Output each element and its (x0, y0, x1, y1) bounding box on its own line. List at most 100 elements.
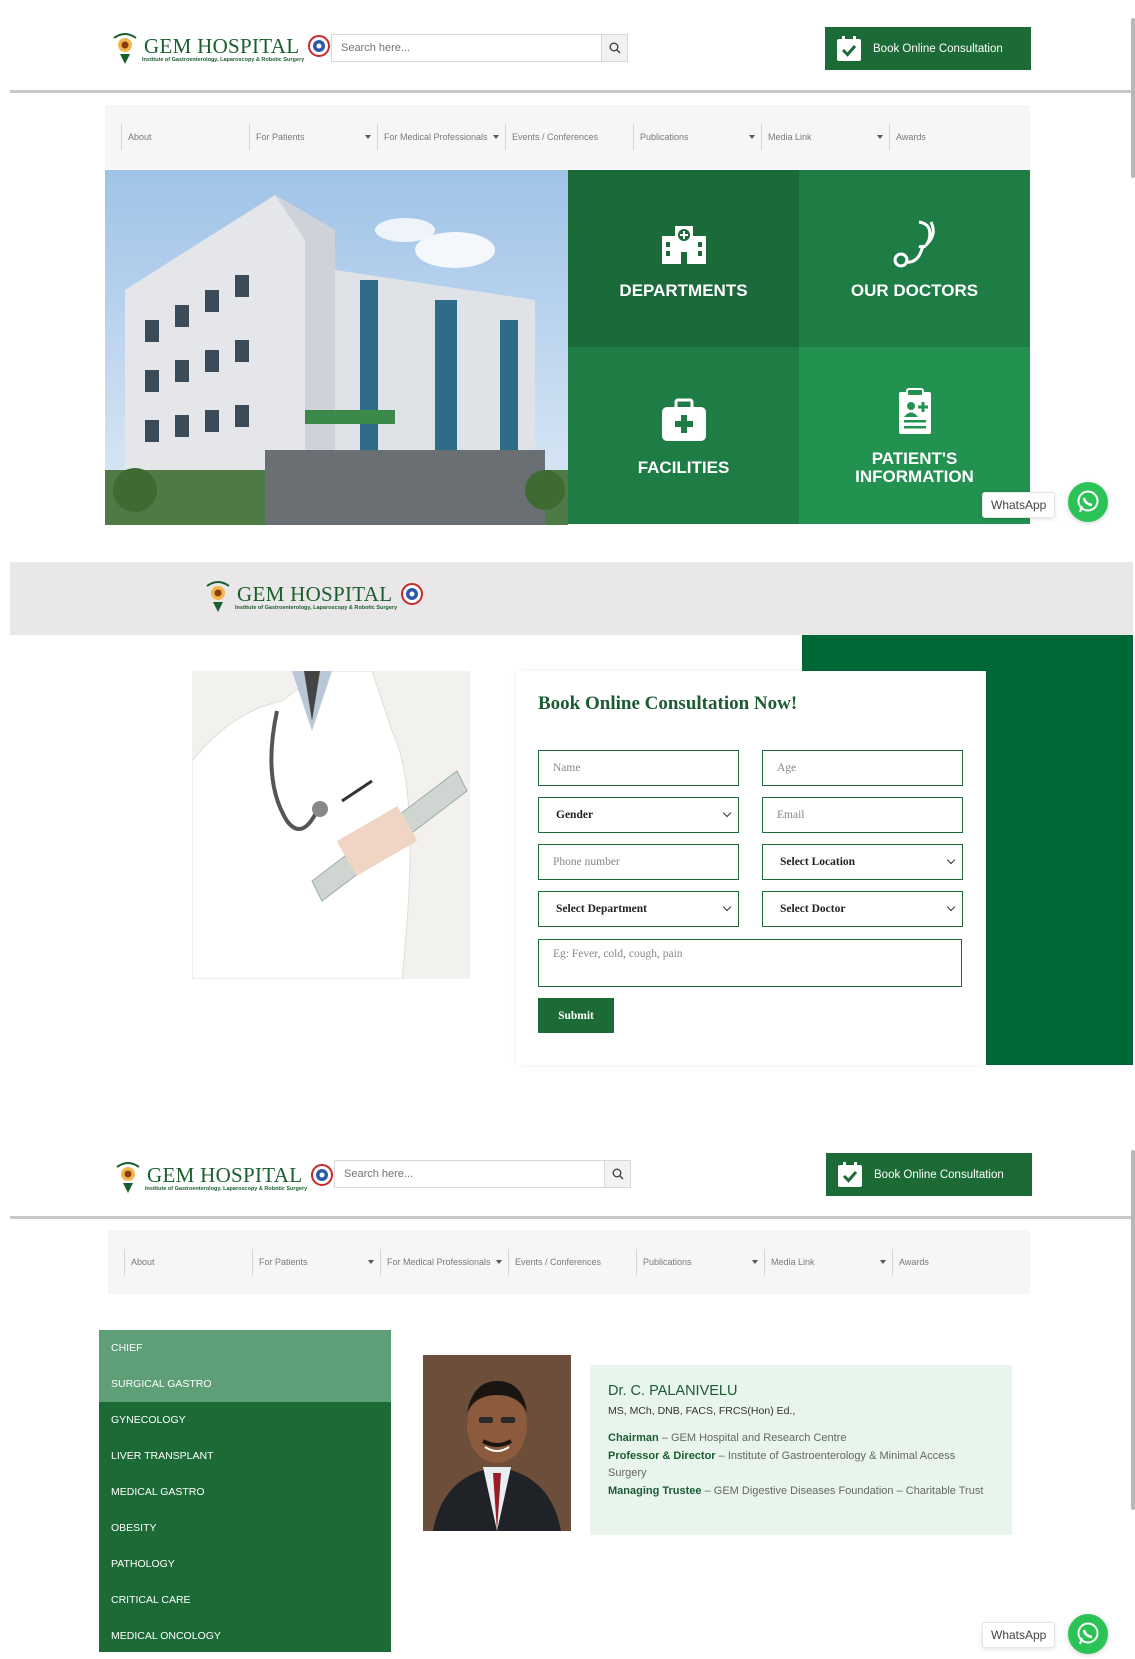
nav-publications[interactable]: Publications (636, 1249, 764, 1275)
nav-for-patients[interactable]: For Patients (249, 124, 377, 150)
location-select[interactable]: Select Location (762, 844, 963, 880)
doctor-profile-card: Dr. C. PALANIVELU MS, MCh, DNB, FACS, FR… (590, 1365, 1012, 1535)
name-placeholder: Name (553, 762, 581, 774)
logo-subtitle: Institute of Gastroenterology, Laparosco… (142, 56, 305, 63)
doctor-photo (423, 1355, 571, 1531)
search-button[interactable] (601, 35, 627, 61)
seal-icon (311, 1164, 334, 1186)
nav-for-patients-label: For Patients (259, 1257, 308, 1267)
header-divider (10, 90, 1133, 93)
nav-events[interactable]: Events / Conferences (508, 1249, 636, 1275)
caret-down-icon (877, 135, 883, 139)
gender-select-value: Gender (556, 809, 594, 821)
search-input[interactable] (332, 35, 601, 61)
symptoms-textarea[interactable]: Eg: Fever, cold, cough, pain (538, 939, 962, 987)
search-box[interactable] (334, 1160, 631, 1188)
nav-about-label: About (128, 132, 152, 142)
sidebar-item-chief[interactable]: CHIEF (99, 1330, 391, 1366)
nav-awards[interactable]: Awards (889, 124, 1007, 150)
location-select-value: Select Location (780, 856, 856, 868)
hospital-logo-band[interactable]: GEM HOSPITAL Institute of Gastroenterolo… (203, 580, 424, 614)
nav-awards[interactable]: Awards (892, 1249, 1007, 1275)
sidebar-item-gynecology[interactable]: GYNECOLOGY (99, 1402, 391, 1438)
search-button[interactable] (604, 1161, 630, 1187)
facilities-tile[interactable]: FACILITIES (568, 347, 799, 524)
facilities-label: FACILITIES (637, 457, 730, 477)
whatsapp-label[interactable]: WhatsApp (982, 1622, 1056, 1648)
nav-about-label: About (131, 1257, 155, 1267)
main-nav: About For Patients For Medical Professio… (105, 105, 1030, 169)
whatsapp-icon (1077, 490, 1099, 513)
departments-tile[interactable]: DEPARTMENTS (568, 170, 799, 347)
nav-events-label: Events / Conferences (515, 1257, 602, 1267)
book-consultation-button[interactable]: Book Online Consultation (825, 27, 1031, 70)
booking-form: Book Online Consultation Now! Name Age G… (516, 671, 986, 1065)
age-field[interactable]: Age (762, 750, 963, 786)
chevron-down-icon (722, 808, 732, 818)
stethoscope-icon (893, 220, 935, 267)
nav-media-link[interactable]: Media Link (764, 1249, 892, 1275)
sidebar-item-obesity[interactable]: OBESITY (99, 1510, 391, 1546)
our-doctors-tile[interactable]: OUR DOCTORS (799, 170, 1030, 347)
book-consultation-button[interactable]: Book Online Consultation (826, 1153, 1032, 1196)
role-title: Professor & Director (608, 1449, 716, 1462)
doctor-role: Chairman – GEM Hospital and Research Cen… (608, 1430, 994, 1448)
first-aid-kit-icon (661, 398, 706, 441)
search-box[interactable] (331, 34, 628, 62)
nav-media-link[interactable]: Media Link (761, 124, 889, 150)
doctor-role: Managing Trustee – GEM Digestive Disease… (608, 1483, 994, 1501)
main-nav: About For Patients For Medical Professio… (108, 1230, 1030, 1294)
seal-icon (308, 35, 331, 57)
screenshot-top: GEM HOSPITAL Institute of Gastroenterolo… (10, 8, 1135, 540)
email-placeholder: Email (777, 809, 805, 821)
nav-for-patients[interactable]: For Patients (252, 1249, 380, 1275)
nav-for-medical-professionals[interactable]: For Medical Professionals (377, 124, 505, 150)
sidebar-item-label: MEDICAL ONCOLOGY (111, 1630, 221, 1642)
sidebar-item-label: OBESITY (111, 1522, 157, 1534)
department-select-value: Select Department (556, 903, 648, 915)
caret-down-icon (880, 1260, 886, 1264)
caret-down-icon (496, 1260, 502, 1264)
name-field[interactable]: Name (538, 750, 739, 786)
hospital-logo[interactable]: GEM HOSPITAL Institute of Gastroenterolo… (113, 1161, 334, 1195)
sidebar-item-liver-transplant[interactable]: LIVER TRANSPLANT (99, 1438, 391, 1474)
nav-events[interactable]: Events / Conferences (505, 124, 633, 150)
sidebar-item-surgical-gastro[interactable]: SURGICAL GASTRO (99, 1366, 391, 1402)
age-placeholder: Age (777, 762, 797, 774)
doctor-select[interactable]: Select Doctor (762, 891, 963, 927)
sidebar-item-critical-care[interactable]: CRITICAL CARE (99, 1582, 391, 1618)
whatsapp-label[interactable]: WhatsApp (982, 492, 1056, 518)
search-icon (612, 1168, 624, 1180)
sidebar-item-label: SURGICAL GASTRO (111, 1378, 212, 1390)
whatsapp-button[interactable] (1068, 482, 1108, 522)
nav-publications[interactable]: Publications (633, 124, 761, 150)
chevron-down-icon (946, 902, 956, 912)
sidebar-item-label: LIVER TRANSPLANT (111, 1450, 214, 1462)
nav-about[interactable]: About (124, 1249, 252, 1275)
chevron-down-icon (946, 855, 956, 865)
department-select[interactable]: Select Department (538, 891, 739, 927)
calendar-check-icon (838, 1161, 862, 1187)
nav-about[interactable]: About (121, 124, 249, 150)
whatsapp-button[interactable] (1068, 1614, 1108, 1654)
role-title: Managing Trustee (608, 1484, 702, 1497)
search-input[interactable] (335, 1161, 604, 1187)
hospital-logo[interactable]: GEM HOSPITAL Institute of Gastroenterolo… (110, 32, 331, 66)
nav-publications-label: Publications (643, 1257, 692, 1267)
sidebar-item-medical-oncology[interactable]: MEDICAL ONCOLOGY (99, 1618, 391, 1654)
phone-field[interactable]: Phone number (538, 844, 739, 880)
scrollbar-thumb[interactable] (1131, 1150, 1135, 1510)
submit-button[interactable]: Submit (538, 998, 614, 1033)
caret-down-icon (749, 135, 755, 139)
email-field[interactable]: Email (762, 797, 963, 833)
sidebar-item-pathology[interactable]: PATHOLOGY (99, 1546, 391, 1582)
nav-for-medical-professionals-label: For Medical Professionals (384, 132, 488, 142)
symptoms-placeholder: Eg: Fever, cold, cough, pain (553, 948, 683, 960)
logo-title: GEM HOSPITAL (147, 1162, 303, 1187)
gender-select[interactable]: Gender (538, 797, 739, 833)
scrollbar-thumb[interactable] (1131, 18, 1135, 178)
booking-form-title: Book Online Consultation Now! (538, 693, 798, 714)
nav-for-medical-professionals[interactable]: For Medical Professionals (380, 1249, 508, 1275)
sidebar-item-medical-gastro[interactable]: MEDICAL GASTRO (99, 1474, 391, 1510)
nav-awards-label: Awards (896, 132, 926, 142)
